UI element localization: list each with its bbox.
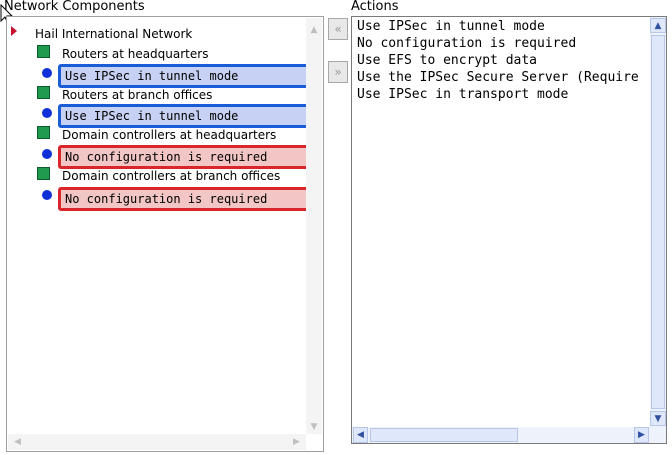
network-components-panel: Hail International Network Routers at he… <box>6 16 324 452</box>
scroll-left-icon[interactable]: ◀ <box>353 427 368 443</box>
scroll-right-icon[interactable]: ▶ <box>289 434 304 450</box>
network-components-label: Network Components <box>4 0 145 14</box>
tree-node-label: Routers at branch offices <box>62 88 213 102</box>
bullet-icon <box>42 190 52 200</box>
tree-node-label: Routers at headquarters <box>62 47 209 61</box>
bullet-icon <box>42 108 52 118</box>
action-item[interactable]: No configuration is required <box>357 35 647 52</box>
actions-horizontal-scrollbar[interactable]: ◀ ▶ <box>352 427 666 443</box>
bullet-icon <box>42 149 52 159</box>
action-item[interactable]: Use IPSec in tunnel mode <box>357 18 647 35</box>
scroll-up-icon[interactable]: ▲ <box>650 18 666 33</box>
actions-label: Actions <box>351 0 399 14</box>
actions-panel: Use IPSec in tunnel mode No configuratio… <box>351 16 667 444</box>
drop-slot[interactable]: Use IPSec in tunnel mode <box>58 64 318 88</box>
action-item[interactable]: Use EFS to encrypt data <box>357 52 647 69</box>
move-left-button[interactable]: « <box>328 18 348 40</box>
bullet-icon <box>42 68 52 78</box>
scroll-up-icon[interactable]: ▲ <box>306 22 322 37</box>
tree-vertical-scrollbar[interactable]: ▲ ▼ <box>306 18 322 434</box>
tree-root-marker-icon <box>11 26 17 36</box>
actions-list: Use IPSec in tunnel mode No configuratio… <box>357 18 647 103</box>
node-square-icon <box>37 45 50 58</box>
move-right-button[interactable]: » <box>328 61 348 83</box>
scroll-down-icon[interactable]: ▼ <box>650 411 666 426</box>
actions-vertical-scrollbar[interactable]: ▲ ▼ <box>650 17 666 427</box>
tree-node-label: Domain controllers at headquarters <box>62 128 277 142</box>
scroll-down-icon[interactable]: ▼ <box>306 419 322 434</box>
action-item[interactable]: Use the IPSec Secure Server (Require Sec… <box>357 69 647 86</box>
scroll-left-icon[interactable]: ◀ <box>10 434 25 450</box>
drop-slot[interactable]: No configuration is required <box>58 187 318 211</box>
scroll-right-icon[interactable]: ▶ <box>634 427 649 443</box>
vertical-scroll-thumb[interactable] <box>651 35 665 409</box>
drop-slot[interactable]: Use IPSec in tunnel mode <box>58 104 318 128</box>
node-square-icon <box>37 86 50 99</box>
tree-node-label: Domain controllers at branch offices <box>62 169 281 183</box>
action-item[interactable]: Use IPSec in transport mode <box>357 86 647 103</box>
drop-slot[interactable]: No configuration is required <box>58 145 318 169</box>
horizontal-scroll-thumb[interactable] <box>370 428 518 442</box>
tree-horizontal-scrollbar[interactable]: ◀ ▶ <box>8 434 306 450</box>
tree-root-label: Hail International Network <box>35 27 193 41</box>
node-square-icon <box>37 126 50 139</box>
node-square-icon <box>37 167 50 180</box>
